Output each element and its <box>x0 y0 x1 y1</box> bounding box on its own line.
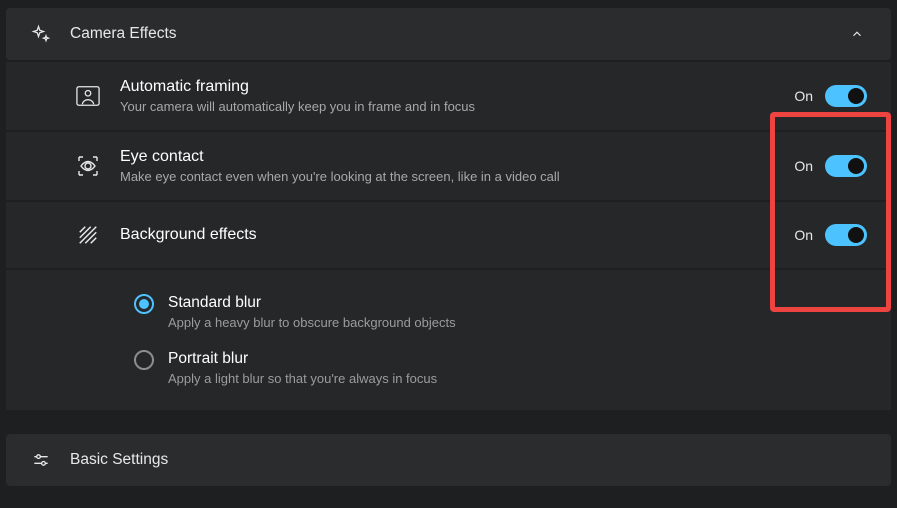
sparkle-icon <box>30 24 52 44</box>
row-title: Background effects <box>120 224 794 246</box>
row-desc: Your camera will automatically keep you … <box>120 98 794 116</box>
texture-icon <box>74 224 102 246</box>
radio-standard-blur[interactable] <box>134 294 154 314</box>
toggle-status: On <box>794 158 813 174</box>
toggle-status: On <box>794 227 813 243</box>
option-title: Standard blur <box>168 292 456 314</box>
row-title: Eye contact <box>120 146 794 168</box>
section-title: Camera Effects <box>70 25 177 43</box>
option-portrait-blur[interactable]: Portrait blur Apply a light blur so that… <box>6 340 891 410</box>
section-basic-settings-header[interactable]: Basic Settings <box>6 434 891 486</box>
radio-portrait-blur[interactable] <box>134 350 154 370</box>
option-standard-blur[interactable]: Standard blur Apply a heavy blur to obsc… <box>6 268 891 340</box>
toggle-status: On <box>794 88 813 104</box>
option-desc: Apply a heavy blur to obscure background… <box>168 314 456 332</box>
person-frame-icon <box>74 85 102 107</box>
chevron-up-icon <box>847 27 867 41</box>
section-title: Basic Settings <box>70 451 168 469</box>
row-eye-contact: Eye contact Make eye contact even when y… <box>6 132 891 200</box>
eye-focus-icon <box>74 154 102 178</box>
option-title: Portrait blur <box>168 348 437 370</box>
row-automatic-framing: Automatic framing Your camera will autom… <box>6 62 891 130</box>
option-desc: Apply a light blur so that you're always… <box>168 370 437 388</box>
row-background-effects: Background effects On <box>6 202 891 268</box>
section-camera-effects-header[interactable]: Camera Effects <box>6 8 891 60</box>
toggle-automatic-framing[interactable] <box>825 85 867 107</box>
sliders-icon <box>30 450 52 470</box>
row-title: Automatic framing <box>120 76 794 98</box>
row-desc: Make eye contact even when you're lookin… <box>120 168 794 186</box>
toggle-background-effects[interactable] <box>825 224 867 246</box>
toggle-eye-contact[interactable] <box>825 155 867 177</box>
